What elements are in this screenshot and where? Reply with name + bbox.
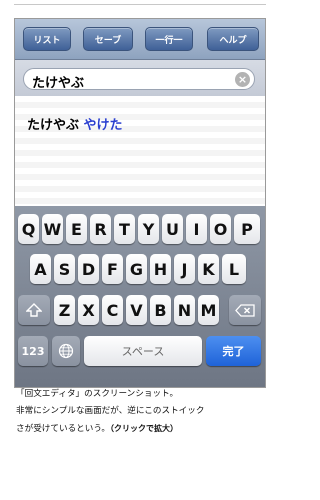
globe-key[interactable] <box>52 336 80 366</box>
shift-key[interactable] <box>18 295 50 325</box>
numbers-key[interactable]: 123 <box>18 336 48 366</box>
done-key[interactable]: 完了 <box>206 336 261 366</box>
caption-line-3-text: さが受けているという。 <box>16 424 111 434</box>
space-key[interactable]: スペース <box>84 336 202 366</box>
toolbar: リスト セーブ 一行一 ヘルプ <box>15 19 265 60</box>
result-line: たけやぶ やけた <box>27 114 123 133</box>
key-f[interactable]: F <box>102 254 123 284</box>
key-h[interactable]: H <box>150 254 171 284</box>
key-x[interactable]: X <box>78 295 99 325</box>
caption-line-1: 「回文エディタ」のスクリーンショット。 <box>16 389 179 399</box>
key-z[interactable]: Z <box>54 295 75 325</box>
key-w[interactable]: W <box>42 214 63 244</box>
key-s[interactable]: S <box>54 254 75 284</box>
key-d[interactable]: D <box>78 254 99 284</box>
key-k[interactable]: K <box>198 254 219 284</box>
clear-icon[interactable]: × <box>235 72 250 87</box>
key-a[interactable]: A <box>30 254 51 284</box>
result-panel: たけやぶ やけた <box>15 96 265 206</box>
key-g[interactable]: G <box>126 254 147 284</box>
help-button[interactable]: ヘルプ <box>207 27 259 51</box>
enlarge-link[interactable]: （クリックで拡大） <box>110 424 178 433</box>
backspace-key[interactable] <box>229 295 261 325</box>
line-button[interactable]: 一行一 <box>145 27 193 51</box>
caption-line-3: さが受けているという。（クリックで拡大） <box>16 420 266 438</box>
top-divider <box>14 4 266 5</box>
key-p[interactable]: P <box>234 214 260 244</box>
backspace-icon <box>235 303 255 317</box>
key-y[interactable]: Y <box>138 214 159 244</box>
globe-icon <box>58 343 74 359</box>
key-q[interactable]: Q <box>18 214 39 244</box>
key-t[interactable]: T <box>114 214 135 244</box>
key-u[interactable]: U <box>162 214 183 244</box>
result-reversed: やけた <box>83 118 123 133</box>
key-n[interactable]: N <box>174 295 195 325</box>
key-b[interactable]: B <box>150 295 171 325</box>
key-e[interactable]: E <box>66 214 87 244</box>
input-bar: たけやぶ × <box>15 60 265 96</box>
keyboard: Q W E R T Y U I O P A S D F G H J K L Z … <box>15 206 265 387</box>
save-button[interactable]: セーブ <box>83 27 133 51</box>
key-v[interactable]: V <box>126 295 147 325</box>
key-o[interactable]: O <box>210 214 231 244</box>
caption: 「回文エディタ」のスクリーンショット。 非常にシンプルな画面だが、逆にこのストイ… <box>16 386 266 438</box>
key-c[interactable]: C <box>102 295 123 325</box>
key-m[interactable]: M <box>198 295 219 325</box>
key-r[interactable]: R <box>90 214 111 244</box>
key-j[interactable]: J <box>174 254 195 284</box>
shift-icon <box>26 303 42 317</box>
phone-screen: リスト セーブ 一行一 ヘルプ たけやぶ × たけやぶ やけた Q W E R … <box>14 18 266 388</box>
key-l[interactable]: L <box>222 254 246 284</box>
key-i[interactable]: I <box>186 214 207 244</box>
result-original: たけやぶ <box>27 118 80 133</box>
text-input-value: たけやぶ <box>32 76 85 91</box>
list-button[interactable]: リスト <box>23 27 71 51</box>
caption-line-2: 非常にシンプルな画面だが、逆にこのストイック <box>16 406 205 416</box>
text-input[interactable]: たけやぶ × <box>23 68 255 91</box>
